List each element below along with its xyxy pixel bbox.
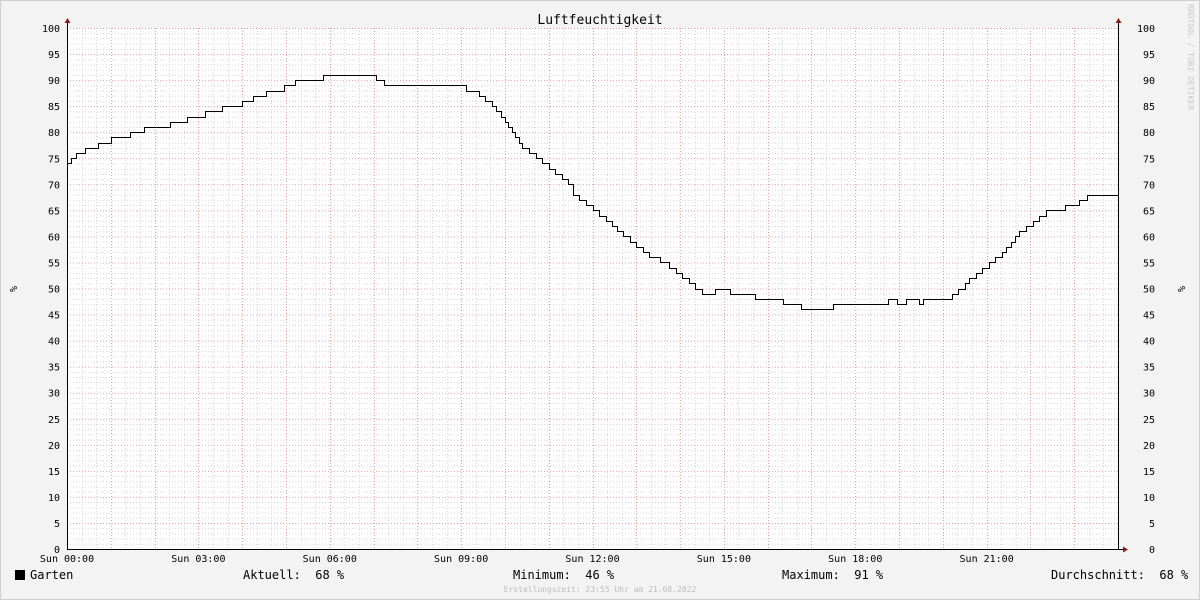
y-tick-label-right: 15: [1143, 467, 1155, 478]
y-axis-right-label: %: [1175, 286, 1186, 292]
x-tick-label: Sun 03:00: [171, 554, 225, 565]
y-tick-label-right: 70: [1143, 180, 1155, 191]
y-tick-label-left: 40: [48, 337, 60, 348]
y-tick-label-left: 100: [42, 24, 60, 35]
y-tick-label-left: 25: [48, 415, 60, 426]
y-tick-label-right: 5: [1149, 519, 1155, 530]
legend-current: Aktuell: 68 %: [243, 568, 344, 582]
y-tick-label-right: 80: [1143, 128, 1155, 139]
legend-swatch: [15, 570, 25, 580]
y-tick-label-right: 60: [1143, 232, 1155, 243]
x-tick-label: Sun 12:00: [565, 554, 619, 565]
y-tick-label-left: 70: [48, 180, 60, 191]
y-tick-label-left: 65: [48, 206, 60, 217]
y-axis-right-ticks: 0 5 10 15 20 25 30 35 40 45 50 55 60 65 70 75 80 85 90 95 10…: [1137, 24, 1155, 556]
y-tick-label-left: 60: [48, 232, 60, 243]
legend-avg-label: Durchschnitt:: [1051, 568, 1145, 582]
legend-avg-value: 68 %: [1159, 568, 1189, 582]
y-tick-label-right: 45: [1143, 311, 1155, 322]
legend-min-label: Minimum:: [513, 568, 571, 582]
legend-maximum: Maximum: 91 %: [782, 568, 883, 582]
y-tick-label-left: 75: [48, 154, 60, 165]
watermark: RRDTOOL / TOBI OETIKER: [1186, 4, 1195, 110]
legend-min-value: 46 %: [585, 568, 615, 582]
legend-max-value: 91 %: [854, 568, 884, 582]
y-tick-label-left: 30: [48, 389, 60, 400]
x-tick-label: Sun 06:00: [303, 554, 357, 565]
y-tick-label-right: 40: [1143, 337, 1155, 348]
y-tick-label-right: 20: [1143, 441, 1155, 452]
y-tick-label-left: 10: [48, 493, 60, 504]
x-tick-label: Sun 15:00: [697, 554, 751, 565]
y-tick-label-left: 15: [48, 467, 60, 478]
y-axis-left-ticks: 0510152025303540455055606570758085909510…: [42, 24, 60, 556]
legend-series-name: Garten: [30, 568, 74, 582]
legend-minimum: Minimum: 46 %: [513, 568, 614, 582]
y-axis-left-arrow: [64, 18, 71, 23]
y-tick-label-right: 35: [1143, 363, 1155, 374]
x-tick-label: Sun 21:00: [960, 554, 1014, 565]
y-tick-label-left: 55: [48, 258, 60, 269]
y-tick-label-left: 80: [48, 128, 60, 139]
y-tick-label-left: 50: [48, 285, 60, 296]
y-tick-label-right: 65: [1143, 206, 1155, 217]
legend-current-label: Aktuell:: [243, 568, 301, 582]
y-tick-label-left: 20: [48, 441, 60, 452]
legend-series: Garten: [15, 568, 73, 582]
x-axis-ticks: Sun 00:00 Sun 03:00 Sun 06:00 Sun 09:00 Sun …: [40, 554, 1014, 565]
y-tick-label-right: 75: [1143, 154, 1155, 165]
x-tick-label: Sun 18:00: [828, 554, 882, 565]
y-tick-label-right: 90: [1143, 76, 1155, 87]
legend-current-value: 68 %: [315, 568, 345, 582]
y-tick-label-left: 90: [48, 76, 60, 87]
y-tick-label-right: 85: [1143, 102, 1155, 113]
y-tick-label-left: 95: [48, 50, 60, 61]
y-tick-label-left: 45: [48, 311, 60, 322]
chart-title: Luftfeuchtigkeit: [537, 13, 662, 28]
y-tick-label-right: 30: [1143, 389, 1155, 400]
footer-timestamp: Erstellungszeit: 23:55 Uhr am 21.08.2022: [503, 585, 697, 594]
y-tick-label-right: 55: [1143, 258, 1155, 269]
x-axis-arrow: [1123, 546, 1128, 553]
y-tick-label-left: 35: [48, 363, 60, 374]
y-axis-left-label: %: [7, 286, 18, 292]
y-axis-right-arrow: [1115, 18, 1122, 23]
x-tick-label: Sun 00:00: [40, 554, 94, 565]
y-tick-label-right: 25: [1143, 415, 1155, 426]
humidity-chart: Luftfeuchtigkeit 0 5 10 15 20 25 30 35 40 45 50 55 6…: [7, 13, 1186, 565]
x-tick-label: Sun 09:00: [434, 554, 488, 565]
y-tick-label-right: 95: [1143, 50, 1155, 61]
legend-max-label: Maximum:: [782, 568, 840, 582]
legend-average: Durchschnitt: 68 %: [1051, 568, 1188, 582]
y-tick-label-left: 85: [48, 102, 60, 113]
y-tick-label-right: 10: [1143, 493, 1155, 504]
y-tick-label-right: 100: [1137, 24, 1155, 35]
y-tick-label-right: 50: [1143, 285, 1155, 296]
y-tick-label-left: 5: [54, 519, 60, 530]
y-tick-label-right: 0: [1149, 545, 1155, 556]
